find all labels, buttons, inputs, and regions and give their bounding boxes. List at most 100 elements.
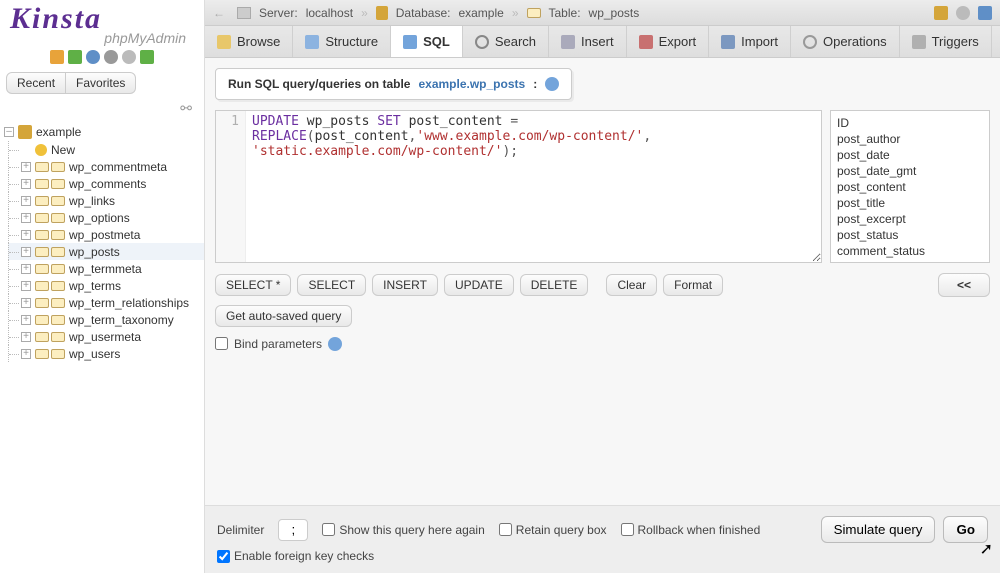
column-item[interactable]: post_status xyxy=(837,227,983,243)
home-icon[interactable] xyxy=(50,50,64,64)
select-star-button[interactable]: SELECT * xyxy=(215,274,291,296)
column-item[interactable]: post_author xyxy=(837,131,983,147)
tab-structure[interactable]: Structure xyxy=(293,26,391,57)
expand-icon[interactable]: + xyxy=(21,247,31,257)
expand-icon[interactable]: + xyxy=(21,196,31,206)
tree-item-label[interactable]: wp_usermeta xyxy=(69,330,141,344)
tree-item[interactable]: New xyxy=(8,141,204,158)
select-button[interactable]: SELECT xyxy=(297,274,366,296)
column-item[interactable]: ping_status xyxy=(837,259,983,263)
rollback-checkbox[interactable] xyxy=(621,523,634,536)
table-name[interactable]: wp_posts xyxy=(589,6,640,20)
database-name[interactable]: example xyxy=(458,6,503,20)
column-item[interactable]: post_excerpt xyxy=(837,211,983,227)
show-again-checkbox[interactable] xyxy=(322,523,335,536)
tree-item-label[interactable]: New xyxy=(51,143,75,157)
tree-item-label[interactable]: wp_postmeta xyxy=(69,228,140,242)
expand-icon[interactable]: + xyxy=(21,332,31,342)
sql-code[interactable]: UPDATE wp_posts SET post_content = REPLA… xyxy=(246,111,657,262)
foreign-keys-checkbox[interactable] xyxy=(217,550,230,563)
tree-item-label[interactable]: wp_commentmeta xyxy=(69,160,167,174)
column-item[interactable]: post_content xyxy=(837,179,983,195)
page-settings-icon[interactable] xyxy=(978,6,992,20)
tab-browse[interactable]: Browse xyxy=(205,26,293,57)
tree-item-label[interactable]: wp_term_taxonomy xyxy=(69,313,174,327)
tree-item-label[interactable]: wp_options xyxy=(69,211,130,225)
delimiter-input[interactable] xyxy=(278,519,308,541)
tree-item-label[interactable]: wp_posts xyxy=(69,245,120,259)
expand-icon[interactable]: + xyxy=(21,230,31,240)
gear-icon[interactable] xyxy=(122,50,136,64)
tree-item[interactable]: + wp_postmeta xyxy=(8,226,204,243)
column-item[interactable]: post_title xyxy=(837,195,983,211)
sql-editor[interactable]: 1 UPDATE wp_posts SET post_content = REP… xyxy=(215,110,822,263)
docs-icon[interactable] xyxy=(86,50,100,64)
favorite-icon[interactable] xyxy=(934,6,948,20)
tree-item-label[interactable]: wp_terms xyxy=(69,279,121,293)
recent-button[interactable]: Recent xyxy=(6,72,66,94)
expand-icon[interactable]: + xyxy=(21,162,31,172)
back-icon[interactable]: ← xyxy=(213,6,229,20)
go-button[interactable]: Go xyxy=(943,516,988,543)
settings-icon[interactable] xyxy=(956,6,970,20)
tab-operations[interactable]: Operations xyxy=(791,26,900,57)
favorites-button[interactable]: Favorites xyxy=(66,72,136,94)
column-item[interactable]: post_date_gmt xyxy=(837,163,983,179)
tree-item-label[interactable]: wp_termmeta xyxy=(69,262,142,276)
tree-item-label[interactable]: wp_term_relationships xyxy=(69,296,189,310)
tab-export[interactable]: Export xyxy=(627,26,710,57)
collapse-icon[interactable]: – xyxy=(4,127,14,137)
update-button[interactable]: UPDATE xyxy=(444,274,514,296)
columns-list[interactable]: IDpost_authorpost_datepost_date_gmtpost_… xyxy=(830,110,990,263)
format-button[interactable]: Format xyxy=(663,274,723,296)
tree-item-label[interactable]: wp_links xyxy=(69,194,115,208)
tree-item[interactable]: + wp_options xyxy=(8,209,204,226)
help-icon[interactable] xyxy=(545,77,559,91)
server-name[interactable]: localhost xyxy=(306,6,353,20)
tree-item[interactable]: + wp_comments xyxy=(8,175,204,192)
tree-item[interactable]: + wp_term_taxonomy xyxy=(8,311,204,328)
tab-insert[interactable]: Insert xyxy=(549,26,627,57)
tab-search[interactable]: Search xyxy=(463,26,549,57)
tab-import[interactable]: Import xyxy=(709,26,791,57)
server-icon xyxy=(237,7,251,19)
expand-icon[interactable]: + xyxy=(21,264,31,274)
column-item[interactable]: post_date xyxy=(837,147,983,163)
simulate-button[interactable]: Simulate query xyxy=(821,516,936,543)
tree-item[interactable]: + wp_commentmeta xyxy=(8,158,204,175)
delete-button[interactable]: DELETE xyxy=(520,274,589,296)
expand-icon[interactable]: + xyxy=(21,349,31,359)
tree-root[interactable]: – example xyxy=(2,123,204,141)
refresh-icon[interactable] xyxy=(140,50,154,64)
tree-item[interactable]: + wp_usermeta xyxy=(8,328,204,345)
autosave-button[interactable]: Get auto-saved query xyxy=(215,305,352,327)
insert-button[interactable]: INSERT xyxy=(372,274,438,296)
tab-sql[interactable]: SQL xyxy=(391,26,463,57)
nav-settings-icon[interactable] xyxy=(104,50,118,64)
expand-icon[interactable]: + xyxy=(21,315,31,325)
clear-button[interactable]: Clear xyxy=(606,274,657,296)
tree-item[interactable]: + wp_users xyxy=(8,345,204,362)
column-item[interactable]: ID xyxy=(837,115,983,131)
tree-item[interactable]: + wp_links xyxy=(8,192,204,209)
tree-item[interactable]: + wp_terms xyxy=(8,277,204,294)
expand-icon[interactable]: + xyxy=(21,281,31,291)
help-icon[interactable] xyxy=(328,337,342,351)
logout-icon[interactable] xyxy=(68,50,82,64)
retain-checkbox[interactable] xyxy=(499,523,512,536)
prompt-target[interactable]: example.wp_posts xyxy=(418,77,525,91)
expand-icon[interactable]: + xyxy=(21,179,31,189)
tree-item[interactable]: + wp_term_relationships xyxy=(8,294,204,311)
tree-item-label[interactable]: wp_users xyxy=(69,347,120,361)
tab-triggers[interactable]: Triggers xyxy=(900,26,992,57)
expand-icon[interactable]: + xyxy=(21,213,31,223)
expand-icon[interactable]: + xyxy=(21,298,31,308)
bind-params-checkbox[interactable] xyxy=(215,337,228,350)
link-icon[interactable]: ⚯ xyxy=(0,98,204,121)
database-name[interactable]: example xyxy=(36,125,81,139)
collapse-columns-button[interactable]: << xyxy=(938,273,990,297)
tree-item[interactable]: + wp_posts xyxy=(8,243,204,260)
column-item[interactable]: comment_status xyxy=(837,243,983,259)
tree-item[interactable]: + wp_termmeta xyxy=(8,260,204,277)
tree-item-label[interactable]: wp_comments xyxy=(69,177,146,191)
